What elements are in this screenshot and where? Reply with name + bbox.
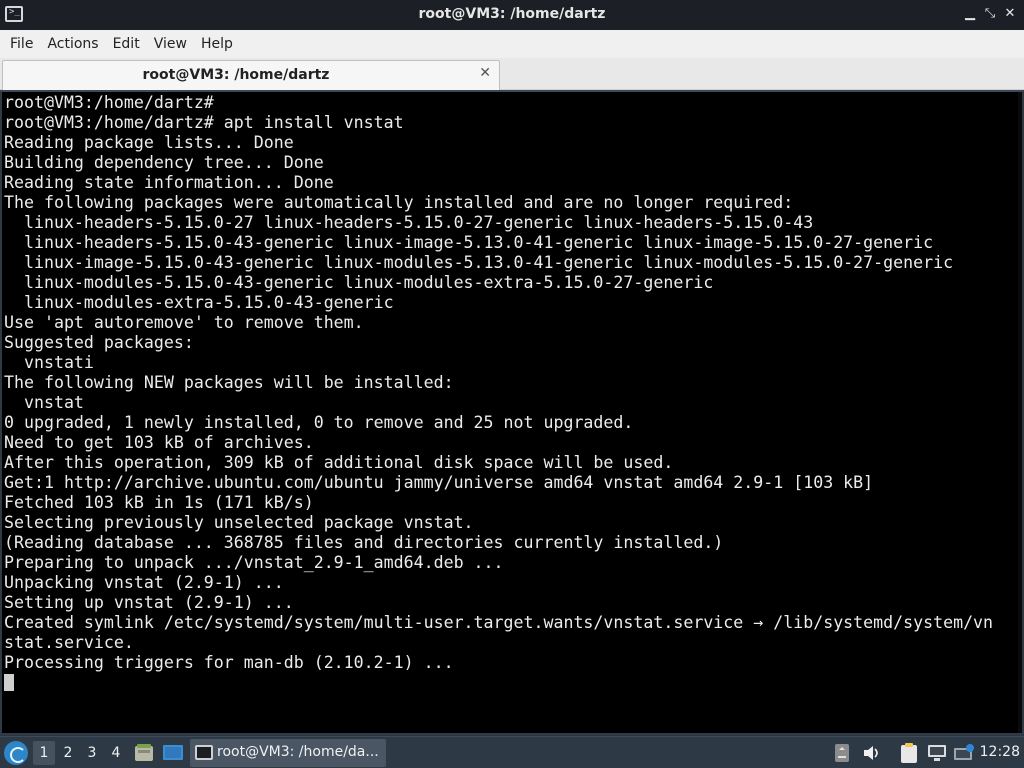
- terminal-line: Unpacking vnstat (2.9-1) ...: [4, 573, 284, 592]
- terminal-text: root@VM3:/home/dartz# root@VM3:/home/dar…: [4, 93, 993, 693]
- task-label: root@VM3: /home/da...: [217, 744, 379, 760]
- show-desktop-icon[interactable]: [162, 744, 184, 762]
- network-icon[interactable]: [926, 743, 948, 763]
- menu-edit[interactable]: Edit: [106, 32, 147, 56]
- terminal-line: Preparing to unpack .../vnstat_2.9-1_amd…: [4, 553, 504, 572]
- terminal-line: The following packages were automaticall…: [4, 193, 794, 212]
- terminal-line: Reading state information... Done: [4, 173, 334, 192]
- terminal-line: root@VM3:/home/dartz# apt install vnstat: [4, 113, 404, 132]
- taskbar: 1 2 3 4 root@VM3: /home/da... 12:28: [0, 736, 1024, 768]
- terminal-tab[interactable]: root@VM3: /home/dartz ✕: [2, 60, 500, 90]
- terminal-line: 0 upgraded, 1 newly installed, 0 to remo…: [4, 413, 634, 432]
- terminal-line: The following NEW packages will be insta…: [4, 373, 454, 392]
- close-button[interactable]: ✕: [1000, 4, 1020, 24]
- terminal-scrollbar[interactable]: [1018, 92, 1022, 733]
- removable-drive-icon[interactable]: [834, 743, 850, 763]
- start-menu-icon[interactable]: [4, 741, 28, 765]
- terminal-line: Use 'apt autoremove' to remove them.: [4, 313, 364, 332]
- terminal-line: vnstat: [4, 393, 84, 412]
- window-titlebar[interactable]: >_ root@VM3: /home/dartz ▁ ⤡ ✕: [0, 0, 1024, 30]
- terminal-line: After this operation, 309 kB of addition…: [4, 453, 674, 472]
- menu-view[interactable]: View: [147, 32, 194, 56]
- terminal-line: vnstati: [4, 353, 94, 372]
- clock[interactable]: 12:28: [980, 744, 1020, 760]
- menu-actions[interactable]: Actions: [40, 32, 105, 56]
- terminal-output[interactable]: root@VM3:/home/dartz# root@VM3:/home/dar…: [0, 90, 1024, 735]
- menu-help[interactable]: Help: [194, 32, 240, 56]
- menu-bar: File Actions Edit View Help: [0, 30, 1024, 58]
- terminal-line: linux-image-5.15.0-43-generic linux-modu…: [4, 253, 954, 272]
- terminal-line: Suggested packages:: [4, 333, 194, 352]
- terminal-line: linux-headers-5.15.0-43-generic linux-im…: [4, 233, 934, 252]
- maximize-button[interactable]: ⤡: [980, 4, 1000, 24]
- terminal-line: Setting up vnstat (2.9-1) ...: [4, 593, 294, 612]
- terminal-line: Get:1 http://archive.ubuntu.com/ubuntu j…: [4, 473, 874, 492]
- volume-icon[interactable]: [862, 744, 882, 762]
- terminal-line: stat.service.: [4, 633, 134, 652]
- window-title: root@VM3: /home/dartz: [418, 6, 606, 22]
- workspace-4[interactable]: 4: [105, 741, 127, 765]
- terminal-cursor: [4, 674, 14, 691]
- terminal-line: Created symlink /etc/systemd/system/mult…: [4, 613, 994, 632]
- menu-file[interactable]: File: [3, 32, 40, 56]
- update-notifier-icon[interactable]: [953, 743, 975, 763]
- workspace-1[interactable]: 1: [33, 741, 55, 765]
- terminal-line: linux-modules-extra-5.15.0-43-generic: [4, 293, 394, 312]
- file-manager-icon[interactable]: [134, 743, 154, 763]
- tab-label: root@VM3: /home/dartz: [142, 67, 330, 83]
- tab-close-icon[interactable]: ✕: [479, 65, 491, 81]
- terminal-line: Fetched 103 kB in 1s (171 kB/s): [4, 493, 314, 512]
- terminal-line: root@VM3:/home/dartz#: [4, 93, 214, 112]
- terminal-line: linux-modules-5.15.0-43-generic linux-mo…: [4, 273, 714, 292]
- terminal-line: Selecting previously unselected package …: [4, 513, 474, 532]
- terminal-line: Need to get 103 kB of archives.: [4, 433, 314, 452]
- terminal-line: Reading package lists... Done: [4, 133, 294, 152]
- terminal-line: Building dependency tree... Done: [4, 153, 324, 172]
- workspace-3[interactable]: 3: [81, 741, 103, 765]
- clipboard-icon[interactable]: [898, 742, 920, 764]
- terminal-line: linux-headers-5.15.0-27 linux-headers-5.…: [4, 213, 814, 232]
- terminal-task-icon: [195, 745, 213, 760]
- tab-bar: root@VM3: /home/dartz ✕: [0, 58, 1024, 90]
- terminal-line: (Reading database ... 368785 files and d…: [4, 533, 724, 552]
- terminal-line: Processing triggers for man-db (2.10.2-1…: [4, 653, 454, 672]
- workspace-2[interactable]: 2: [57, 741, 79, 765]
- minimize-button[interactable]: ▁: [960, 4, 980, 24]
- taskbar-terminal-task[interactable]: root@VM3: /home/da...: [190, 739, 386, 767]
